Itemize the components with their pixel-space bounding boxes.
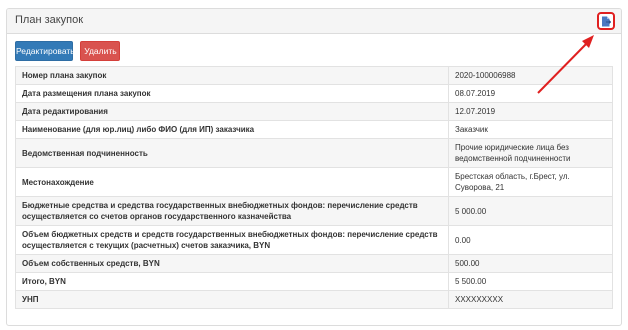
export-button[interactable] [597,12,615,30]
row-label: Ведомственная подчиненность [15,138,449,168]
row-value: Прочие юридические лица без ведомственно… [448,138,613,168]
row-value: 5 500.00 [448,272,613,291]
row-value: Брестская область, г.Брест, ул. Суворова… [448,167,613,197]
document-export-icon [602,16,611,26]
row-value: 12.07.2019 [448,102,613,121]
table-row: Объем собственных средств, BYN 500.00 [15,254,613,273]
row-value: 0.00 [448,225,613,255]
table-row: Наименование (для юр.лиц) либо ФИО (для … [15,120,613,139]
row-label: УНП [15,290,449,309]
row-label: Объем бюджетных средств и средств госуда… [15,225,449,255]
row-label: Объем собственных средств, BYN [15,254,449,273]
purchase-plan-details-table: Номер плана закупок 2020-100006988 Дата ра… [15,66,613,309]
row-label: Дата размещения плана закупок [15,84,449,103]
table-row: Ведомственная подчиненность Прочие юридич… [15,138,613,168]
row-value: 5 000.00 [448,196,613,226]
table-row: Местонахождение Брестская область, г.Брес… [15,167,613,197]
action-buttons: Редактировать Удалить [15,41,123,61]
row-value: 500.00 [448,254,613,273]
edit-button[interactable]: Редактировать [15,41,75,61]
panel-header: План закупок [7,9,621,34]
row-label: Номер плана закупок [15,66,449,85]
table-row: Итого, BYN 5 500.00 [15,272,613,291]
row-value: Заказчик [448,120,613,139]
table-row: УНП XXXXXXXXX [15,290,613,309]
row-label: Итого, BYN [15,272,449,291]
table-row: Дата редактирования 12.07.2019 [15,102,613,121]
row-label: Местонахождение [15,167,449,197]
row-label: Бюджетные средства и средства государств… [15,196,449,226]
panel-title: План закупок [15,14,84,26]
table-row: Бюджетные средства и средства государств… [15,196,613,226]
row-label: Наименование (для юр.лиц) либо ФИО (для … [15,120,449,139]
table-row: Дата размещения плана закупок 08.07.2019 [15,84,613,103]
annotation-arrow [537,35,594,94]
delete-button[interactable]: Удалить [80,41,121,61]
row-value: XXXXXXXXX [448,290,613,309]
row-label: Дата редактирования [15,102,449,121]
table-row: Объем бюджетных средств и средств госуда… [15,225,613,255]
table-row: Номер плана закупок 2020-100006988 [15,66,613,85]
